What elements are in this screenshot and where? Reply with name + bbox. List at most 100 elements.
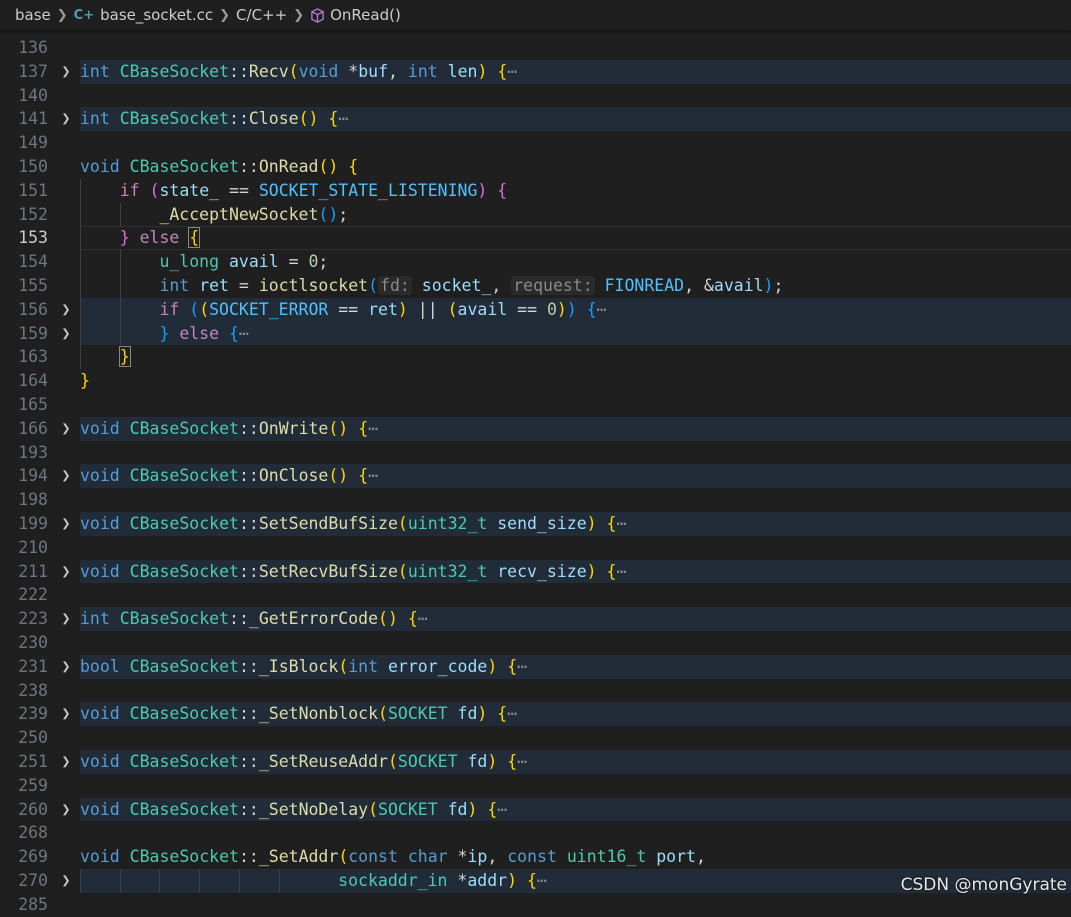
fold-chevron-icon[interactable]: ❯ (58, 322, 74, 346)
code-token: ( (397, 514, 408, 533)
line-number: 159 (18, 323, 48, 343)
code-token: port (656, 847, 696, 867)
code-line[interactable]: 156 ❯ if ((SOCKET_ERROR == ret) || (avail … (0, 297, 1071, 322)
fold-chevron-icon[interactable]: ❯ (58, 607, 74, 631)
fold-chevron-icon[interactable]: ❯ (58, 417, 74, 441)
code-line[interactable]: 194 ❯ void CBaseSocket::OnClose() {⋯ (0, 464, 1071, 489)
folded-ellipsis[interactable]: ⋯ (368, 466, 378, 485)
folded-ellipsis[interactable]: ⋯ (597, 300, 607, 319)
code-token: void (80, 561, 130, 581)
code-line[interactable]: 136 (0, 36, 1071, 60)
watermark: CSDN @monGyrate (900, 875, 1067, 895)
code-line[interactable]: 149 (0, 131, 1071, 155)
code-line[interactable]: 140 (0, 84, 1071, 108)
line-number: 156 (18, 299, 48, 319)
indent-guide (80, 869, 81, 893)
folded-ellipsis[interactable]: ⋯ (368, 419, 378, 438)
code-line[interactable]: 251 ❯ void CBaseSocket::_SetReuseAddr(SOCK… (0, 750, 1071, 774)
fold-chevron-icon[interactable]: ❯ (58, 60, 74, 84)
code-line[interactable]: 259 (0, 774, 1071, 798)
code-line[interactable]: 260 ❯ void CBaseSocket::_SetNoDelay(SOCKET… (0, 797, 1071, 822)
code-line[interactable]: 239 ❯ void CBaseSocket::_SetNonblock(SOCKE… (0, 702, 1071, 727)
fold-chevron-icon[interactable]: ❯ (58, 464, 74, 488)
folded-ellipsis[interactable]: ⋯ (616, 514, 626, 533)
code-line[interactable]: 199 ❯ void CBaseSocket::SetSendBufSize(uin… (0, 512, 1071, 536)
code-line[interactable]: 231 ❯ bool CBaseSocket::_IsBlock(int error… (0, 654, 1071, 679)
fold-chevron-icon[interactable]: ❯ (58, 798, 74, 822)
code-token: ( (338, 656, 349, 676)
code-line[interactable]: 155 int ret = ioctlsocket(fd: socket_, re… (0, 274, 1071, 298)
code-text: if ((SOCKET_ERROR == ret) || (avail == 0… (159, 298, 606, 322)
fold-chevron-icon[interactable]: ❯ (58, 655, 74, 679)
breadcrumb-symbol[interactable]: OnRead() (330, 6, 401, 24)
code-line[interactable]: 285 (0, 893, 1071, 917)
code-line[interactable]: 164} (0, 369, 1071, 393)
code-token: () (378, 609, 408, 629)
fold-chevron-icon[interactable]: ❯ (58, 869, 74, 893)
code-editor[interactable]: 136 137 ❯ int CBaseSocket::Recv(void *buf, … (0, 0, 1071, 914)
code-line[interactable]: 152 _AcceptNewSocket(); (0, 202, 1071, 227)
breadcrumb-folder[interactable]: base (15, 6, 51, 24)
code-token: ( (189, 299, 200, 319)
breadcrumb-language[interactable]: C/C++ (236, 6, 287, 24)
folded-ellipsis[interactable]: ⋯ (517, 657, 527, 676)
code-line[interactable]: 210 (0, 536, 1071, 560)
folded-ellipsis[interactable]: ⋯ (497, 800, 507, 819)
breadcrumb-file[interactable]: base_socket.cc (100, 6, 213, 24)
folded-ellipsis[interactable]: ⋯ (616, 562, 626, 581)
folded-ellipsis[interactable]: ⋯ (537, 871, 547, 890)
code-token: ) (566, 299, 587, 319)
code-token: { (497, 704, 508, 724)
code-token: error_code (388, 656, 488, 676)
code-token: FIONREAD (604, 276, 685, 295)
code-text: void CBaseSocket::SetSendBufSize(uint32_… (80, 512, 626, 536)
code-line[interactable]: 238 (0, 679, 1071, 703)
code-line[interactable]: 222 (0, 583, 1071, 607)
code-line[interactable]: 193 (0, 441, 1071, 465)
code-line[interactable]: 165 (0, 393, 1071, 417)
folded-ellipsis[interactable]: ⋯ (338, 109, 348, 128)
code-line[interactable]: 153} else { (0, 226, 1071, 251)
code-line[interactable]: 141 ❯ int CBaseSocket::Close() {⋯ (0, 107, 1071, 132)
code-line[interactable]: 230 (0, 631, 1071, 655)
code-token: CBaseSocket (129, 466, 239, 486)
code-line[interactable]: 211 ❯ void CBaseSocket::SetRecvBufSize(uin… (0, 559, 1071, 584)
code-line[interactable]: 150 void CBaseSocket::OnRead() { (0, 155, 1071, 179)
folded-ellipsis[interactable]: ⋯ (507, 62, 517, 81)
fold-chevron-icon[interactable]: ❯ (58, 512, 74, 536)
code-line[interactable]: 151 if (state_ == SOCKET_STATE_LISTENING)… (0, 178, 1071, 203)
folded-ellipsis[interactable]: ⋯ (418, 609, 428, 628)
code-line[interactable]: 269 void CBaseSocket::_SetAddr(const char… (0, 845, 1071, 869)
code-token: { (497, 61, 508, 81)
code-token: _SetReuseAddr (258, 752, 388, 771)
code-line[interactable]: 159 ❯} else {⋯ (0, 321, 1071, 346)
code-line[interactable]: 166 ❯ void CBaseSocket::OnWrite() {⋯ (0, 416, 1071, 441)
fold-chevron-icon[interactable]: ❯ (58, 560, 74, 584)
code-token: ip (467, 847, 488, 867)
fold-chevron-icon[interactable]: ❯ (58, 702, 74, 726)
folded-ellipsis[interactable]: ⋯ (507, 704, 517, 723)
folded-ellipsis[interactable]: ⋯ (239, 324, 249, 343)
code-line[interactable]: 154 u_long avail = 0; (0, 250, 1071, 274)
code-line[interactable]: 268 (0, 821, 1071, 845)
code-text: void CBaseSocket::OnClose() {⋯ (80, 464, 378, 488)
line-number: 238 (18, 680, 48, 700)
fold-chevron-icon[interactable]: ❯ (58, 298, 74, 322)
code-token: int (80, 609, 120, 629)
code-token: { (358, 466, 369, 486)
fold-chevron-icon[interactable]: ❯ (58, 750, 74, 774)
folded-ellipsis[interactable]: ⋯ (517, 752, 527, 771)
fold-chevron-icon[interactable]: ❯ (58, 107, 74, 131)
code-line[interactable]: 223 ❯ int CBaseSocket::_GetErrorCode() {⋯ (0, 607, 1071, 631)
code-text: void CBaseSocket::_SetNoDelay(SOCKET fd)… (80, 798, 507, 822)
code-line[interactable]: 163} (0, 345, 1071, 370)
code-token: Close (248, 109, 299, 129)
code-line[interactable]: 250 (0, 726, 1071, 750)
code-text: int CBaseSocket::Close() {⋯ (80, 107, 348, 131)
code-line[interactable]: 198 (0, 488, 1071, 512)
code-line[interactable]: 137 ❯ int CBaseSocket::Recv(void *buf, int… (0, 59, 1071, 84)
code-token: ) (586, 561, 607, 581)
code-token: = (278, 252, 309, 272)
code-token: const (507, 847, 567, 867)
